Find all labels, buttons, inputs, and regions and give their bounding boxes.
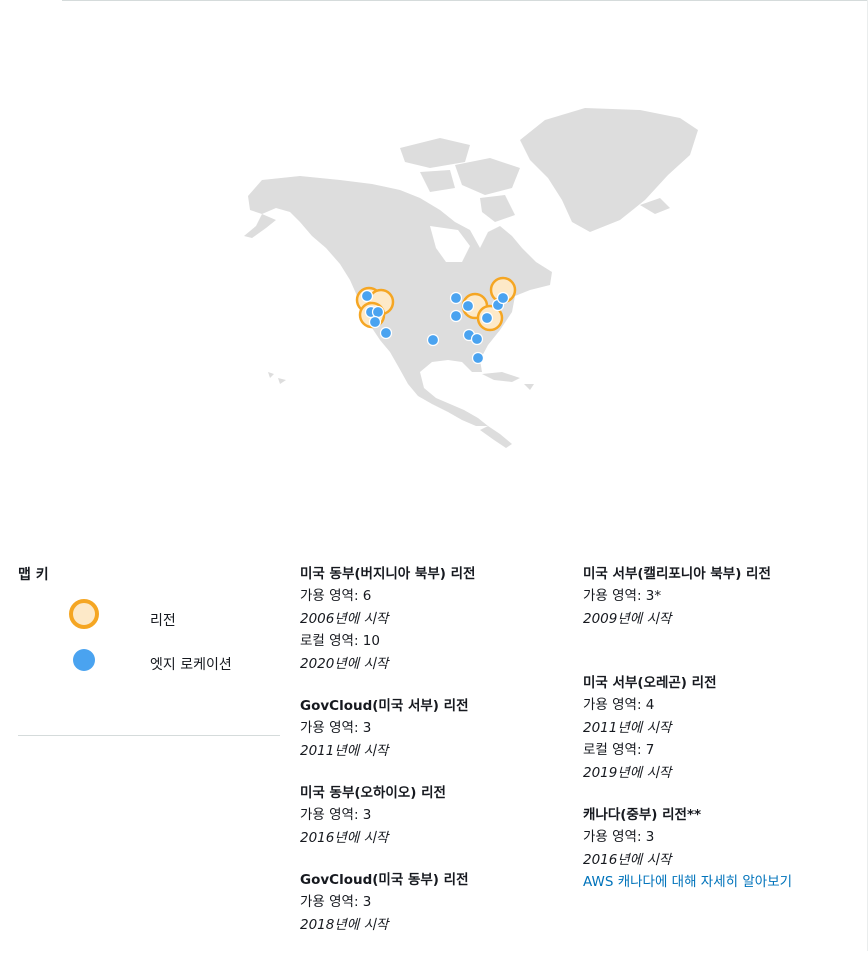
- region-title: 캐나다(중부) 리전**: [583, 807, 702, 823]
- launch-year: 2009년에 시작: [583, 610, 672, 627]
- availability-zones: 가용 영역: 3: [583, 829, 655, 845]
- local-zones: 로컬 영역: 10: [300, 633, 380, 649]
- edge-location-marker[interactable]: [449, 291, 463, 305]
- region-title: 미국 동부(버지니아 북부) 리전: [300, 566, 476, 582]
- caribbean-islands: [482, 372, 520, 382]
- learn-more-canada-link[interactable]: AWS 캐나다에 대해 자세히 알아보기: [583, 874, 792, 890]
- edge-location-marker[interactable]: [379, 326, 393, 340]
- central-america: [480, 426, 512, 448]
- region-ring-icon: [69, 599, 99, 629]
- edge-location-marker[interactable]: [461, 299, 475, 313]
- launch-year: 2016년에 시작: [583, 851, 672, 868]
- regions-column-left: 미국 동부(버지니아 북부) 리전 가용 영역: 6 2006년에 시작 로컬 …: [300, 563, 570, 956]
- launch-year: 2011년에 시작: [583, 719, 672, 736]
- region-title: 미국 동부(오하이오) 리전: [300, 785, 446, 801]
- local-zones: 로컬 영역: 7: [583, 742, 655, 758]
- availability-zones: 가용 영역: 3: [300, 894, 372, 910]
- local-launch-year: 2019년에 시작: [583, 764, 672, 781]
- region-govcloud-east: GovCloud(미국 동부) 리전 가용 영역: 3 2018년에 시작: [300, 869, 570, 936]
- region-title: GovCloud(미국 서부) 리전: [300, 698, 469, 714]
- edge-dot-icon: [73, 649, 95, 671]
- availability-zones: 가용 영역: 3: [300, 720, 372, 736]
- availability-zones: 가용 영역: 3: [300, 807, 372, 823]
- region-ca-central-1: 캐나다(중부) 리전** 가용 영역: 3 2016년에 시작 AWS 캐나다에…: [583, 804, 853, 893]
- launch-year: 2018년에 시작: [300, 916, 389, 933]
- region-us-west-2: 미국 서부(오레곤) 리전 가용 영역: 4 2011년에 시작 로컬 영역: …: [583, 672, 853, 784]
- legend-region-row: 리전: [18, 598, 280, 652]
- region-us-west-1: 미국 서부(캘리포니아 북부) 리전 가용 영역: 3* 2009년에 시작: [583, 563, 853, 630]
- edge-location-marker[interactable]: [426, 333, 440, 347]
- north-america-map: [244, 108, 698, 448]
- launch-year: 2011년에 시작: [300, 742, 389, 759]
- launch-year: 2006년에 시작: [300, 610, 389, 627]
- legend-edge-label: 엣지 로케이션: [150, 657, 232, 673]
- arctic-island-2: [455, 158, 520, 195]
- legend-title: 맵 키: [18, 567, 49, 583]
- edge-location-marker[interactable]: [480, 311, 494, 325]
- arctic-island-1: [400, 138, 470, 168]
- legend-divider: [18, 735, 280, 736]
- region-us-east-1: 미국 동부(버지니아 북부) 리전 가용 영역: 6 2006년에 시작 로컬 …: [300, 563, 570, 675]
- alaska-peninsula: [244, 214, 276, 238]
- caribbean-islet: [524, 384, 534, 390]
- arctic-island-3: [420, 170, 455, 192]
- greenland-shape: [520, 108, 698, 232]
- edge-location-marker[interactable]: [449, 309, 463, 323]
- map-legend: 맵 키 리전 엣지 로케이션: [18, 564, 280, 706]
- availability-zones: 가용 영역: 6: [300, 588, 372, 604]
- edge-location-marker[interactable]: [368, 315, 382, 329]
- landmass: [244, 108, 698, 448]
- arctic-island-4: [480, 195, 515, 222]
- hawaii-islands: [268, 372, 286, 384]
- local-launch-year: 2020년에 시작: [300, 655, 389, 672]
- regions-column-right: 미국 서부(캘리포니아 북부) 리전 가용 영역: 3* 2009년에 시작 미…: [583, 563, 853, 913]
- legend-edge-row: 엣지 로케이션: [18, 649, 280, 706]
- region-title: GovCloud(미국 동부) 리전: [300, 872, 469, 888]
- edge-location-marker[interactable]: [470, 332, 484, 346]
- legend-region-label: 리전: [150, 613, 176, 629]
- region-title: 미국 서부(캘리포니아 북부) 리전: [583, 566, 771, 582]
- region-govcloud-west: GovCloud(미국 서부) 리전 가용 영역: 3 2011년에 시작: [300, 695, 570, 762]
- availability-zones: 가용 영역: 3*: [583, 588, 662, 604]
- region-us-east-2: 미국 동부(오하이오) 리전 가용 영역: 3 2016년에 시작: [300, 782, 570, 849]
- edge-location-marker[interactable]: [496, 291, 510, 305]
- availability-zones: 가용 영역: 4: [583, 697, 655, 713]
- edge-location-marker[interactable]: [360, 289, 374, 303]
- region-title: 미국 서부(오레곤) 리전: [583, 675, 717, 691]
- edge-location-marker[interactable]: [371, 305, 385, 319]
- launch-year: 2016년에 시작: [300, 829, 389, 846]
- edge-location-marker[interactable]: [471, 351, 485, 365]
